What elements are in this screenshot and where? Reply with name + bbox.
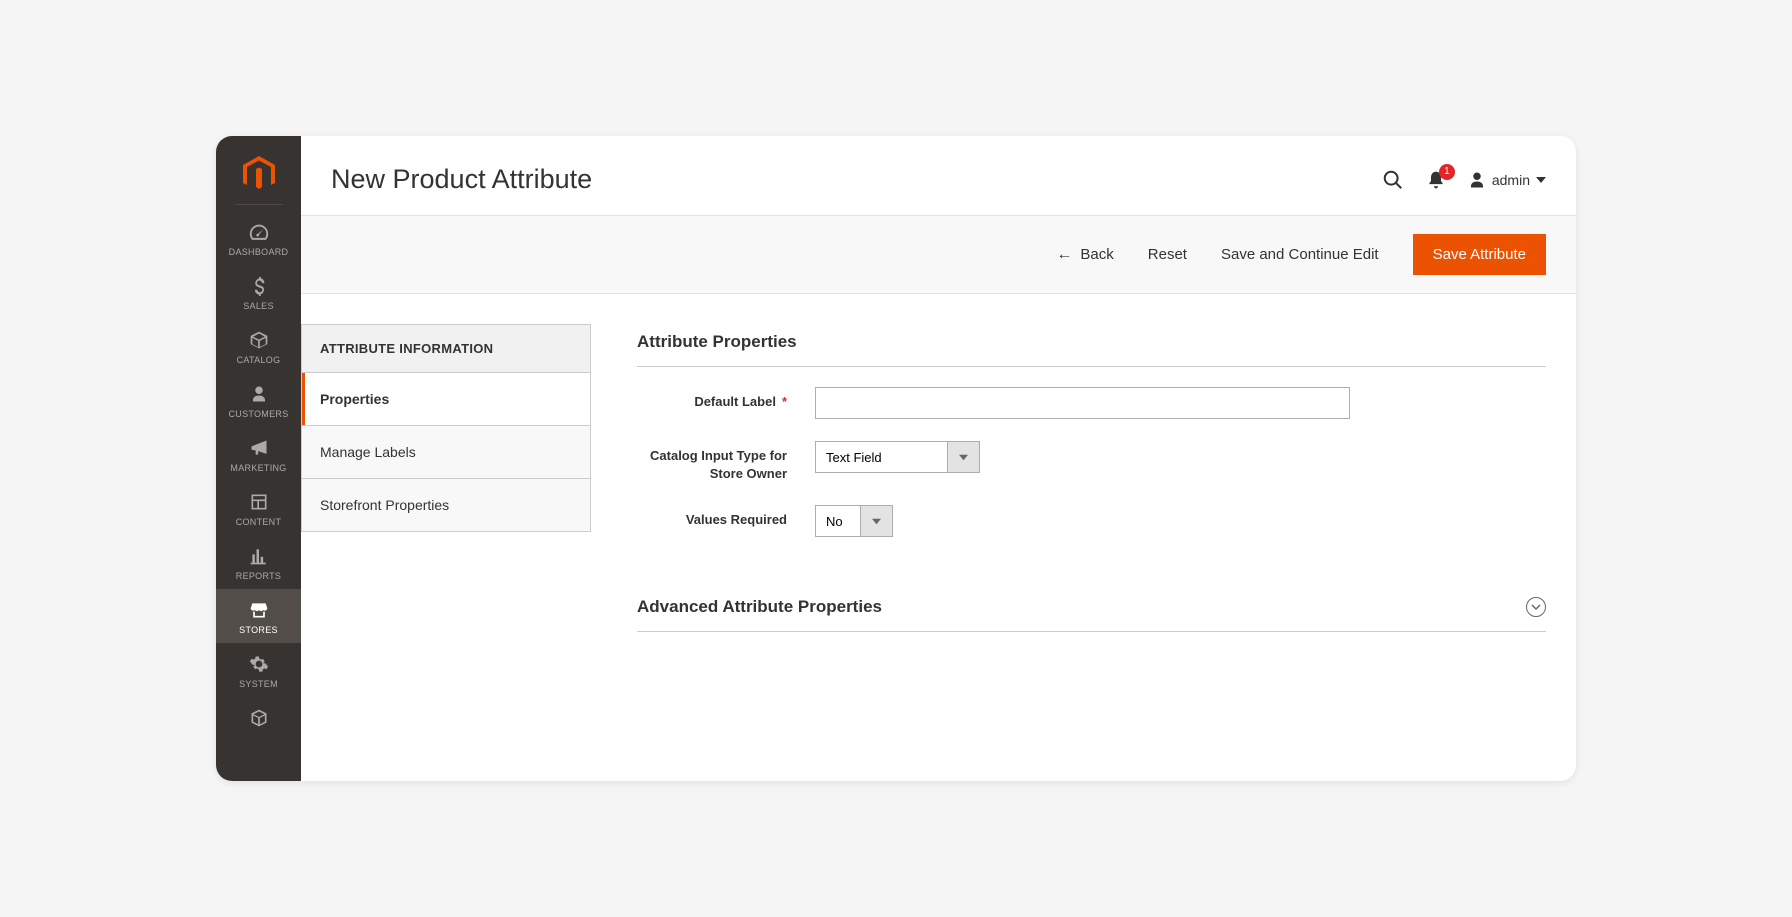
notification-icon[interactable]: 1 [1426, 170, 1446, 190]
nav-catalog[interactable]: CATALOG [216, 319, 301, 373]
dollar-icon [248, 275, 270, 297]
page-header: New Product Attribute 1 admin [301, 136, 1576, 215]
nav-system[interactable]: SYSTEM [216, 643, 301, 697]
gauge-icon [248, 221, 270, 243]
person-icon [248, 383, 270, 405]
chart-icon [248, 545, 270, 567]
nav-label: DASHBOARD [229, 247, 289, 257]
layout-icon [248, 491, 270, 513]
nav-reports[interactable]: REPORTS [216, 535, 301, 589]
nav-customers[interactable]: CUSTOMERS [216, 373, 301, 427]
nav-label: CUSTOMERS [228, 409, 288, 419]
header-actions: 1 admin [1382, 169, 1546, 191]
nav-stores[interactable]: STORES [216, 589, 301, 643]
nav-content[interactable]: CONTENT [216, 481, 301, 535]
values-required-value: No [816, 506, 860, 536]
field-default-label: Default Label* [637, 387, 1546, 419]
package-icon [248, 707, 270, 729]
nav-label: CONTENT [236, 517, 282, 527]
advanced-title: Advanced Attribute Properties [637, 597, 882, 617]
nav-divider [235, 204, 283, 205]
nav-extensions[interactable] [216, 697, 301, 741]
notif-badge: 1 [1439, 164, 1455, 180]
box-icon [248, 329, 270, 351]
chevron-down-icon [947, 442, 979, 472]
tabs-header: ATTRIBUTE INFORMATION [301, 324, 591, 373]
user-name: admin [1492, 172, 1530, 188]
section-advanced-properties[interactable]: Advanced Attribute Properties [637, 597, 1546, 632]
section-attribute-properties: Attribute Properties [637, 332, 1546, 367]
field-input-type: Catalog Input Type for Store Owner Text … [637, 441, 1546, 483]
label-input-type: Catalog Input Type for Store Owner [637, 441, 815, 483]
expand-icon [1526, 597, 1546, 617]
label-values-required: Values Required [637, 505, 815, 529]
required-star: * [782, 394, 787, 409]
field-values-required: Values Required No [637, 505, 1546, 537]
store-icon [248, 599, 270, 621]
magento-logo-icon[interactable] [241, 156, 277, 192]
nav-marketing[interactable]: MARKETING [216, 427, 301, 481]
nav-label: MARKETING [230, 463, 286, 473]
save-continue-label: Save and Continue Edit [1221, 246, 1379, 263]
user-menu[interactable]: admin [1468, 171, 1546, 189]
nav-sales[interactable]: SALES [216, 265, 301, 319]
nav-label: CATALOG [237, 355, 281, 365]
action-bar: ← Back Reset Save and Continue Edit Save… [301, 215, 1576, 294]
nav-label: SYSTEM [239, 679, 278, 689]
input-type-value: Text Field [816, 442, 947, 472]
main-sidebar: DASHBOARD SALES CATALOG CUSTOMERS MARKET… [216, 136, 301, 781]
save-continue-button[interactable]: Save and Continue Edit [1221, 246, 1379, 263]
nav-dashboard[interactable]: DASHBOARD [216, 211, 301, 265]
back-label: Back [1080, 246, 1113, 263]
form-area: Attribute Properties Default Label* Cata… [637, 324, 1546, 781]
back-button[interactable]: ← Back [1056, 246, 1113, 264]
save-attribute-button[interactable]: Save Attribute [1413, 234, 1546, 275]
page-title: New Product Attribute [331, 164, 592, 195]
nav-label: REPORTS [236, 571, 281, 581]
megaphone-icon [248, 437, 270, 459]
values-required-select[interactable]: No [815, 505, 893, 537]
admin-window: DASHBOARD SALES CATALOG CUSTOMERS MARKET… [216, 136, 1576, 781]
tab-storefront-properties[interactable]: Storefront Properties [301, 479, 591, 532]
chevron-down-icon [860, 506, 892, 536]
label-default-label: Default Label* [637, 387, 815, 411]
main-content: New Product Attribute 1 admin ← Ba [301, 136, 1576, 781]
reset-label: Reset [1148, 246, 1187, 263]
gear-icon [248, 653, 270, 675]
user-icon [1468, 171, 1486, 189]
search-icon[interactable] [1382, 169, 1404, 191]
chevron-down-icon [1536, 175, 1546, 185]
tab-manage-labels[interactable]: Manage Labels [301, 426, 591, 479]
nav-label: STORES [239, 625, 278, 635]
content-area: ATTRIBUTE INFORMATION Properties Manage … [301, 294, 1576, 781]
nav-label: SALES [243, 301, 274, 311]
input-type-select[interactable]: Text Field [815, 441, 980, 473]
reset-button[interactable]: Reset [1148, 246, 1187, 263]
tab-properties[interactable]: Properties [301, 373, 591, 426]
attribute-info-tabs: ATTRIBUTE INFORMATION Properties Manage … [301, 324, 591, 781]
arrow-left-icon: ← [1056, 246, 1072, 264]
default-label-input[interactable] [815, 387, 1350, 419]
